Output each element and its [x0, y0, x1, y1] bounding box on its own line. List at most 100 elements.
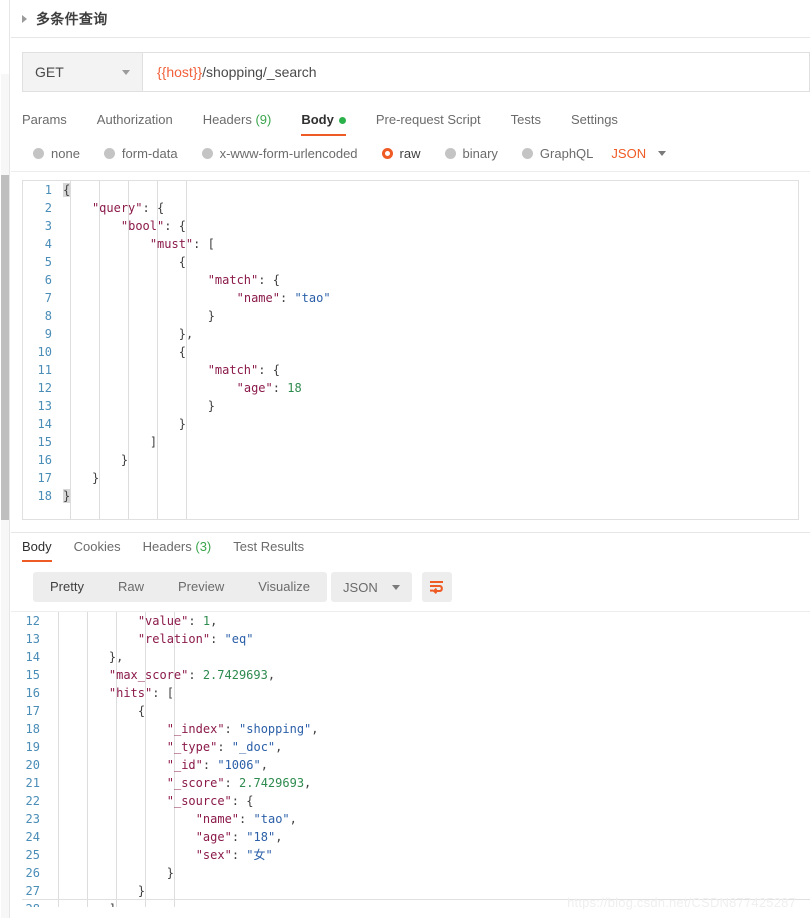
code-text: },: [108, 650, 124, 664]
tab-label: Body: [22, 539, 52, 554]
body-type-none[interactable]: none: [33, 146, 80, 161]
code-text: "name": "tao": [236, 291, 331, 305]
code-text: "must": [: [149, 237, 215, 251]
code-line[interactable]: 18 "_index": "shopping",: [11, 720, 810, 738]
code-line[interactable]: 2 "query": {: [23, 199, 798, 217]
line-number: 15: [25, 668, 40, 682]
code-line[interactable]: 7 "name": "tao": [23, 289, 798, 307]
view-mode-visualize[interactable]: Visualize: [241, 572, 327, 602]
line-number: 17: [37, 471, 52, 485]
code-text: "age": 18: [236, 381, 302, 395]
tab-body[interactable]: Body: [301, 112, 346, 136]
view-mode-raw[interactable]: Raw: [101, 572, 161, 602]
radio-icon: [201, 148, 213, 159]
response-tabs: Body Cookies Headers (3) Test Results: [11, 532, 810, 562]
code-line[interactable]: 13 }: [23, 397, 798, 415]
code-line[interactable]: 13 "relation": "eq": [11, 630, 810, 648]
code-line[interactable]: 5 {: [23, 253, 798, 271]
code-line[interactable]: 19 "_type": "_doc",: [11, 738, 810, 756]
code-text: },: [178, 327, 194, 341]
caret-right-icon[interactable]: [22, 14, 27, 23]
body-type-raw[interactable]: raw: [381, 146, 421, 161]
code-line[interactable]: 24 "age": "18",: [11, 828, 810, 846]
tab-tests[interactable]: Tests: [511, 112, 541, 136]
code-line[interactable]: 6 "match": {: [23, 271, 798, 289]
code-line[interactable]: 11 "match": {: [23, 361, 798, 379]
request-body-editor[interactable]: 1{2 "query": {3 "bool": {4 "must": [5 {6…: [22, 180, 799, 520]
tab-authorization[interactable]: Authorization: [97, 112, 173, 136]
code-line[interactable]: 17 {: [11, 702, 810, 720]
body-type-binary[interactable]: binary: [444, 146, 498, 161]
code-text: {: [137, 704, 146, 718]
code-line[interactable]: 23 "name": "tao",: [11, 810, 810, 828]
view-mode-preview[interactable]: Preview: [161, 572, 241, 602]
line-number: 12: [37, 381, 52, 395]
line-number: 25: [25, 848, 40, 862]
scrollbar-thumb[interactable]: [1, 175, 9, 520]
code-line[interactable]: 18}: [23, 487, 798, 505]
line-number: 16: [25, 686, 40, 700]
wrap-text-icon[interactable]: [421, 572, 452, 602]
line-number: 27: [25, 884, 40, 898]
view-mode-pretty[interactable]: Pretty: [33, 572, 101, 602]
response-tab-cookies[interactable]: Cookies: [74, 539, 121, 562]
response-tab-body[interactable]: Body: [22, 539, 52, 562]
code-text: "max_score": 2.7429693,: [108, 668, 276, 682]
tab-settings[interactable]: Settings: [571, 112, 618, 136]
tab-headers[interactable]: Headers (9): [203, 112, 272, 136]
code-line[interactable]: 8 }: [23, 307, 798, 325]
tab-pre-request-script[interactable]: Pre-request Script: [376, 112, 481, 136]
line-number: 18: [25, 722, 40, 736]
radio-icon: [103, 148, 115, 159]
code-text: {: [178, 255, 186, 269]
line-number: 14: [25, 650, 40, 664]
code-line[interactable]: 1{: [23, 181, 798, 199]
request-code-lines[interactable]: 1{2 "query": {3 "bool": {4 "must": [5 {6…: [23, 181, 798, 505]
code-text: "bool": {: [120, 219, 186, 233]
body-type-form-data[interactable]: form-data: [103, 146, 178, 161]
line-number: 12: [25, 614, 40, 628]
code-line[interactable]: 15 "max_score": 2.7429693,: [11, 666, 810, 684]
watermark: https://blog.csdn.net/CSDN877425287: [567, 895, 796, 910]
outer-scrollbar[interactable]: [0, 0, 10, 918]
line-number: 5: [44, 255, 52, 269]
code-text: }: [91, 471, 100, 485]
view-mode-label: Raw: [117, 579, 144, 594]
code-line[interactable]: 17 }: [23, 469, 798, 487]
radio-selected-icon: [381, 148, 393, 159]
code-line[interactable]: 12 "age": 18: [23, 379, 798, 397]
http-method-select[interactable]: GET: [22, 52, 142, 92]
code-line[interactable]: 3 "bool": {: [23, 217, 798, 235]
body-type-graphql[interactable]: GraphQL: [521, 146, 593, 161]
line-number: 16: [37, 453, 52, 467]
response-tab-test-results[interactable]: Test Results: [233, 539, 304, 562]
code-line[interactable]: 20 "_id": "1006",: [11, 756, 810, 774]
code-line[interactable]: 26 }: [11, 864, 810, 882]
code-text: "_source": {: [166, 794, 254, 808]
code-line[interactable]: 15 ]: [23, 433, 798, 451]
tab-label: Cookies: [73, 539, 121, 554]
url-input[interactable]: {{host}}/shopping/_search: [142, 52, 810, 92]
tab-label: Tests: [510, 112, 541, 127]
code-line[interactable]: 12 "value": 1,: [11, 612, 810, 630]
body-type-x-www-form-urlencoded[interactable]: x-www-form-urlencoded: [201, 146, 358, 161]
response-code-lines[interactable]: 12 "value": 1, 13 "relation": "eq" 14 }, 15…: [11, 612, 810, 907]
code-line[interactable]: 16 "hits": [: [11, 684, 810, 702]
code-line[interactable]: 16 }: [23, 451, 798, 469]
response-body-editor[interactable]: 12 "value": 1, 13 "relation": "eq" 14 }, 15…: [11, 611, 810, 907]
code-line[interactable]: 21 "_score": 2.7429693,: [11, 774, 810, 792]
code-line[interactable]: 14 }: [23, 415, 798, 433]
tab-params[interactable]: Params: [22, 112, 67, 136]
code-line[interactable]: 14 },: [11, 648, 810, 666]
code-line[interactable]: 9 },: [23, 325, 798, 343]
code-line[interactable]: 4 "must": [: [23, 235, 798, 253]
response-tab-headers[interactable]: Headers (3): [143, 539, 212, 562]
response-format-select[interactable]: JSON: [331, 572, 412, 602]
line-number: 11: [37, 363, 52, 377]
code-line[interactable]: 22 "_source": {: [11, 792, 810, 810]
body-format-select[interactable]: JSON: [611, 146, 667, 161]
headers-count: (9): [255, 112, 272, 127]
code-line[interactable]: 10 {: [23, 343, 798, 361]
view-mode-label: Visualize: [258, 579, 311, 594]
code-line[interactable]: 25 "sex": "女": [11, 846, 810, 864]
